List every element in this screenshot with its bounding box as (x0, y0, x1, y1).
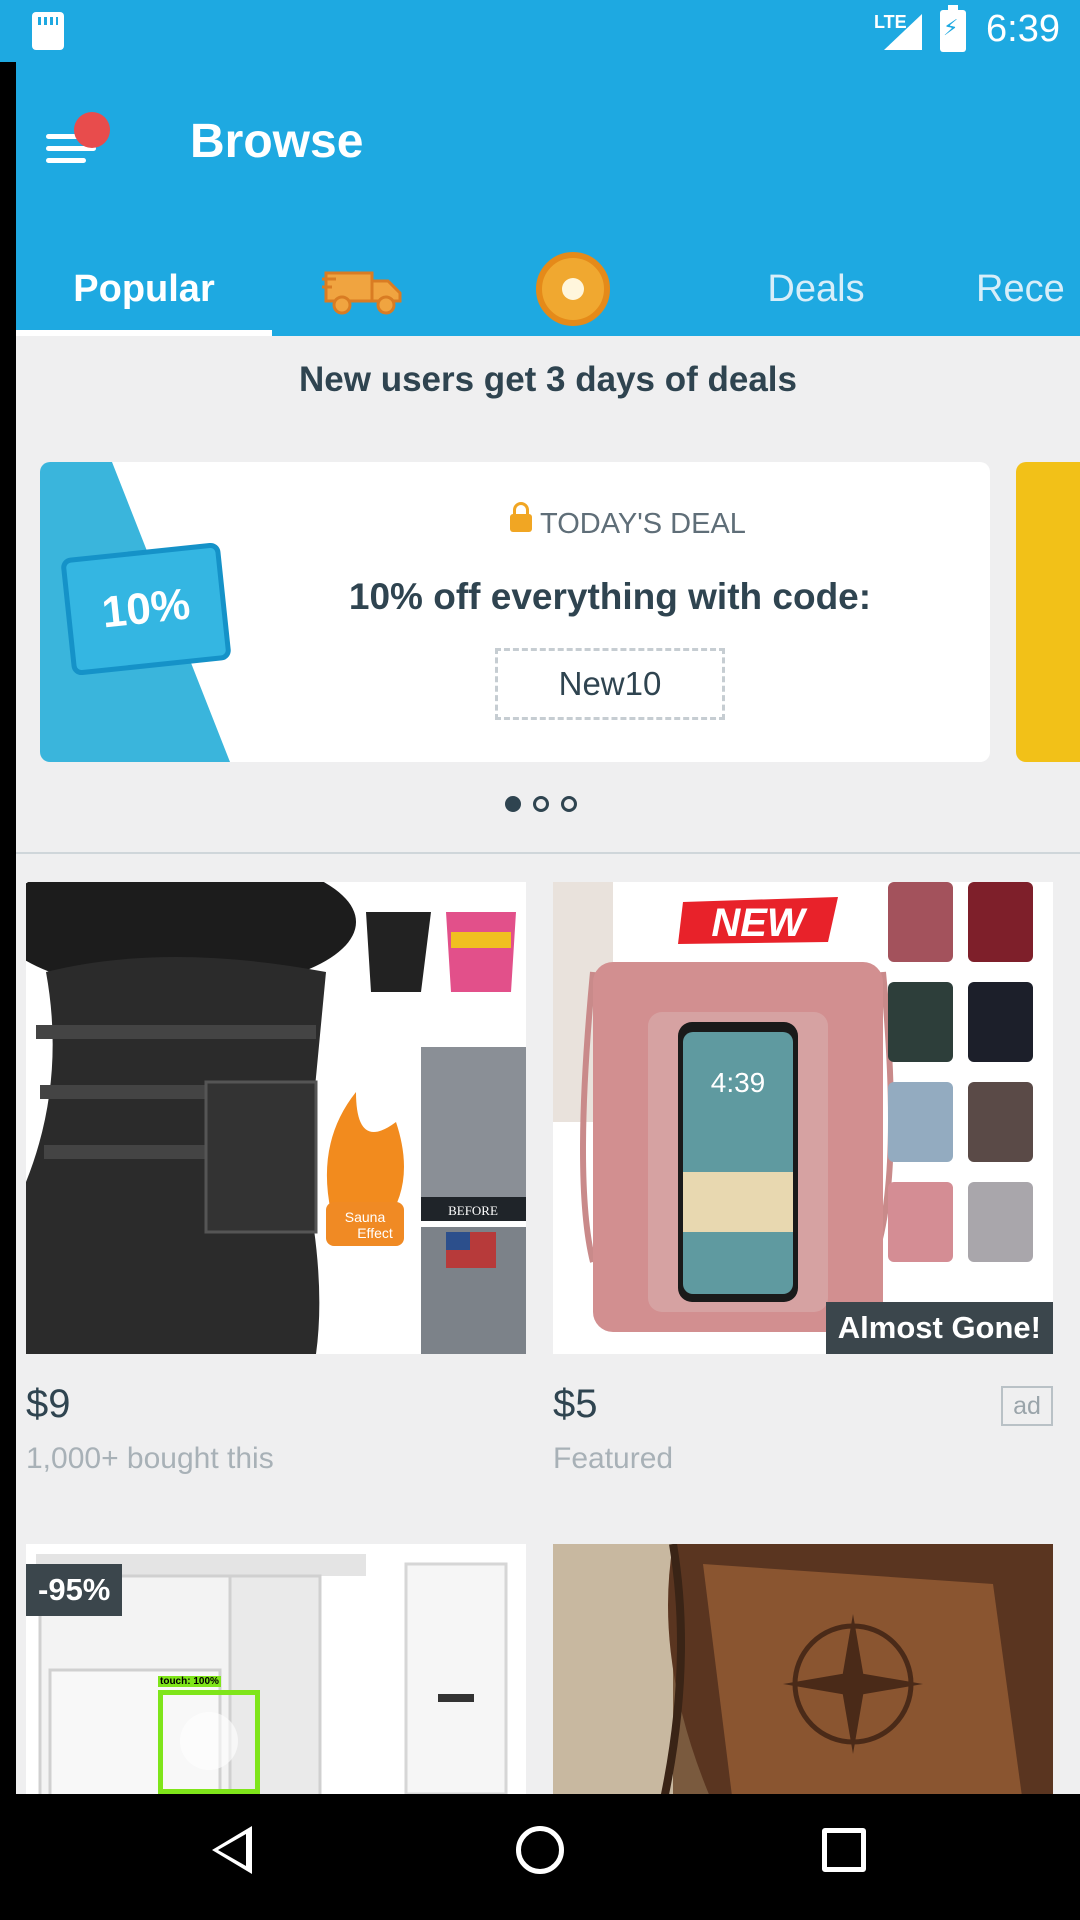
tab-popular[interactable]: Popular (16, 242, 272, 336)
ad-label: ad (1001, 1386, 1053, 1426)
phone-bag-image: NEW 4:39 (553, 882, 1053, 1354)
discount-badge: -95% (26, 1564, 123, 1616)
phone-time: 4:39 (711, 1067, 766, 1098)
product-image: Sauna Effect BEFORE (26, 882, 526, 1354)
touch-indicator-label: touch: 100% (158, 1676, 221, 1687)
delivery-truck-icon (322, 271, 402, 315)
pager-dot (561, 796, 577, 812)
product-image (553, 1544, 1053, 1794)
ticket-text: 10% (99, 579, 193, 638)
product-price: $5 (553, 1382, 598, 1426)
leather-journal-image (553, 1544, 1053, 1794)
product-card[interactable]: Sauna Effect BEFORE $9 1,000+ bought thi… (26, 882, 526, 1562)
product-card[interactable]: -95% (26, 1544, 526, 1794)
app-content: Browse Popular Deals Rece New users get … (16, 62, 1080, 1794)
promo-title: New users get 3 days of deals (299, 360, 797, 399)
tab-label: Popular (73, 267, 215, 310)
system-nav-bar (0, 1794, 1080, 1920)
app-header: Browse Popular Deals Rece (16, 62, 1080, 336)
product-image: -95% (26, 1544, 526, 1794)
tab-recent[interactable]: Rece (976, 242, 1080, 336)
status-bar: LTE 6:39 (0, 0, 1080, 62)
before-label: BEFORE (448, 1203, 498, 1218)
home-icon[interactable] (516, 1826, 564, 1874)
pager-dot (505, 796, 521, 812)
tab-deals[interactable]: Deals (716, 242, 916, 336)
new-label: NEW (711, 901, 808, 945)
product-subtitle: Featured (553, 1442, 674, 1475)
carousel-pager (505, 796, 577, 812)
product-price: $9 (26, 1382, 71, 1426)
tab-indicator (16, 330, 272, 336)
touch-indicator-box (158, 1690, 260, 1794)
tab-coin[interactable] (508, 242, 638, 336)
product-subtitle: 1,000+ bought this (26, 1442, 274, 1475)
almost-gone-badge: Almost Gone! (825, 1302, 1053, 1354)
clock: 6:39 (986, 8, 1060, 50)
svg-text:Effect: Effect (357, 1225, 393, 1241)
coin-icon (536, 252, 610, 326)
product-card[interactable] (553, 1544, 1053, 1794)
back-icon[interactable] (212, 1826, 252, 1874)
lock-icon (510, 502, 532, 532)
deal-headline: 10% off everything with code: (348, 576, 872, 617)
notification-dot (74, 112, 110, 148)
product-card[interactable]: NEW 4:39 Almost Gone! $5 ad Featured (553, 882, 1053, 1562)
coupon-ticket-icon: 10% (60, 541, 232, 677)
pager-dot (533, 796, 549, 812)
battery-charging-icon (940, 5, 966, 52)
sd-card-icon (32, 12, 64, 50)
category-tabs: Popular Deals Rece (16, 242, 1080, 336)
promo-code[interactable]: New10 (495, 648, 725, 720)
next-deal-card[interactable] (1016, 462, 1080, 762)
waist-trainer-image: Sauna Effect BEFORE (26, 882, 526, 1354)
recents-icon[interactable] (822, 1828, 866, 1872)
divider (16, 852, 1080, 854)
menu-button[interactable] (46, 112, 116, 172)
sauna-badge-text: Sauna (345, 1209, 386, 1225)
signal-icon (884, 14, 922, 50)
tab-shipping[interactable] (284, 242, 444, 336)
page-title: Browse (190, 115, 364, 168)
deal-label: TODAY'S DEAL (540, 508, 746, 540)
deal-card[interactable]: 10% TODAY'S DEAL 10% off everything with… (40, 462, 990, 762)
product-image: NEW 4:39 Almost Gone! (553, 882, 1053, 1354)
menu-icon-line (46, 158, 86, 163)
